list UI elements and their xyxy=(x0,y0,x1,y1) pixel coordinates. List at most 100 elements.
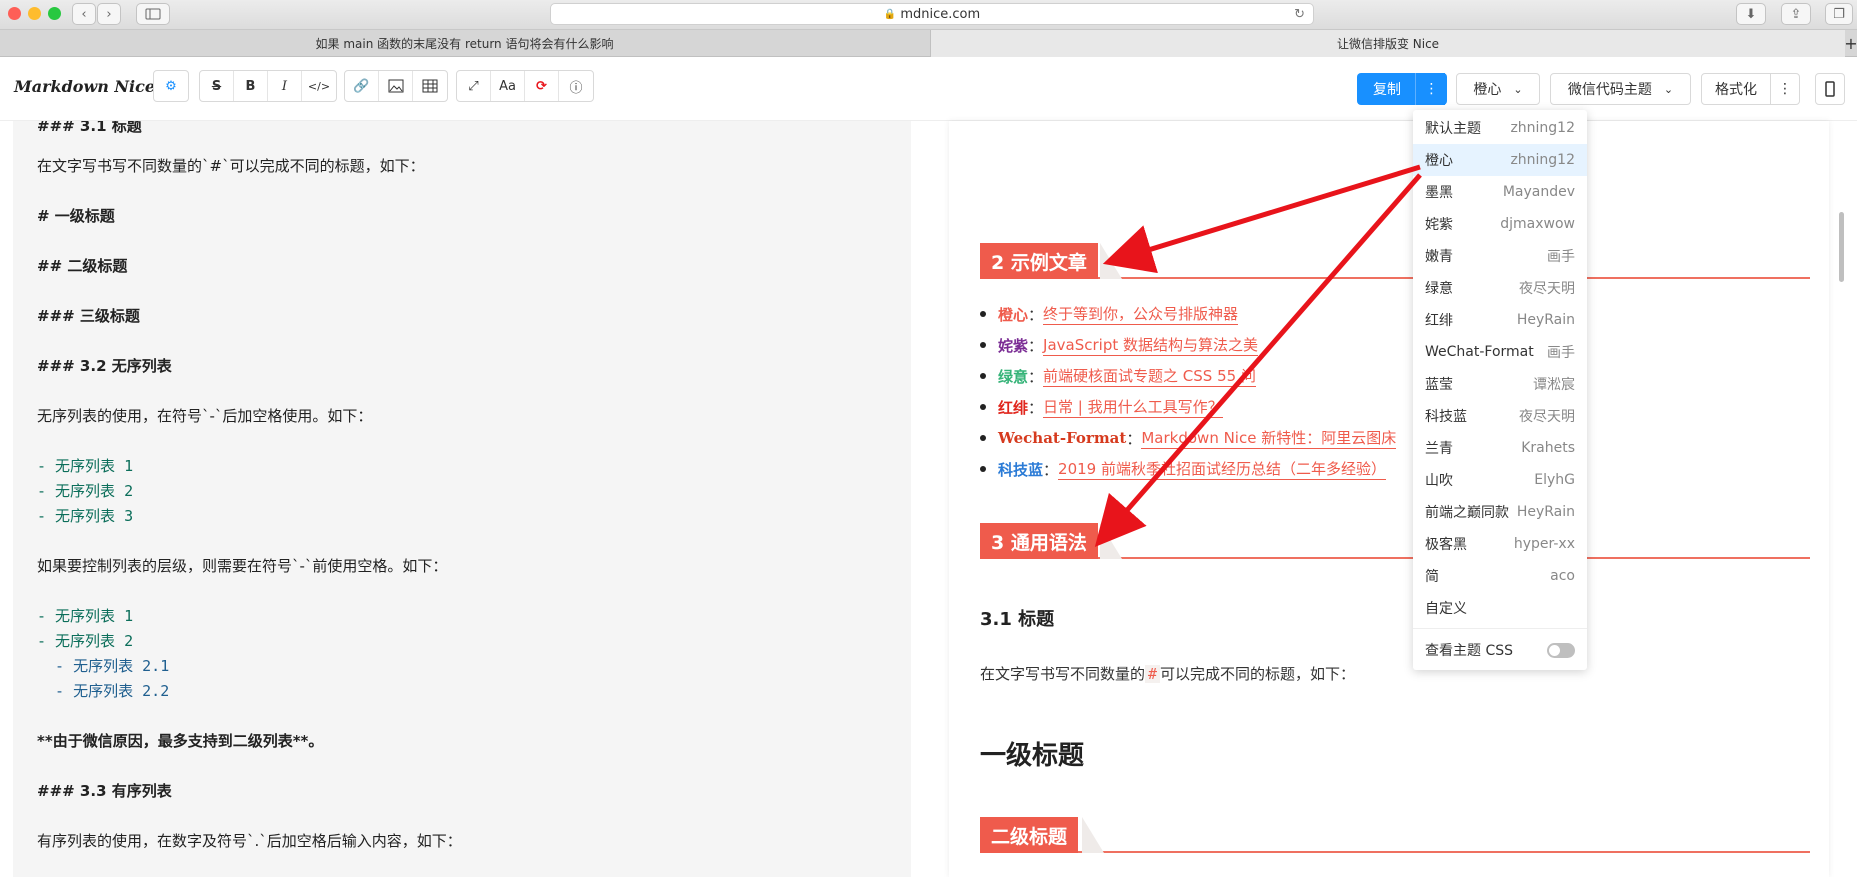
font-icon: Aa xyxy=(499,78,516,94)
format-options-button[interactable]: ⋮ xyxy=(1770,73,1800,105)
link-button[interactable]: 🔗 xyxy=(345,71,379,101)
editor-line: - 无序列表 1 xyxy=(37,607,134,625)
italic-button[interactable]: I xyxy=(268,71,302,101)
editor-line: - 无序列表 2 xyxy=(37,632,134,650)
editor-line: ### 3.3 有序列表 xyxy=(37,782,172,800)
more-vertical-icon: ⋮ xyxy=(1424,81,1439,97)
editor-line: - 无序列表 2.1 xyxy=(37,657,170,675)
theme-option[interactable]: 兰青 Krahets xyxy=(1413,432,1587,464)
menu-divider xyxy=(1413,628,1587,629)
list-item: Wechat-Format ： Markdown Nice 新特性：阿里云图床 xyxy=(980,427,1397,449)
theme-option[interactable]: 简 aco xyxy=(1413,560,1587,592)
copy-options-button[interactable]: ⋮ xyxy=(1415,73,1447,105)
theme-select[interactable]: 橙心 ⌄ xyxy=(1456,73,1540,105)
sidebar-toggle-button[interactable] xyxy=(136,3,170,25)
about-button[interactable]: ⓘ xyxy=(559,71,593,101)
markdown-editor[interactable]: ### 3.1 标题 在文字写书写不同数量的`#`可以完成不同的标题，如下： #… xyxy=(13,121,911,877)
list-item: 红绯 ： 日常 | 我用什么工具写作？ xyxy=(980,396,1223,418)
fullscreen-button[interactable]: ⤢ xyxy=(457,71,491,101)
article-link[interactable]: 终于等到你，公众号排版神器 xyxy=(1043,303,1239,325)
chevron-left-icon: ‹ xyxy=(81,6,87,22)
theme-option[interactable]: 山吹 ElyhG xyxy=(1413,464,1587,496)
list-item: 姹紫 ： JavaScript 数据结构与算法之美 xyxy=(980,334,1258,356)
address-bar[interactable]: 🔒 mdnice.com ↻ xyxy=(550,3,1314,25)
chevron-right-icon: › xyxy=(106,6,112,22)
share-button[interactable]: ⇪ xyxy=(1781,3,1811,25)
maximize-window-button[interactable] xyxy=(48,7,61,20)
theme-option[interactable]: WeChat-Format 画手 xyxy=(1413,336,1587,368)
tabs-overview-button[interactable]: ❐ xyxy=(1825,3,1853,25)
font-button[interactable]: Aa xyxy=(491,71,525,101)
theme-option-custom[interactable]: 自定义 xyxy=(1413,592,1587,624)
back-button[interactable]: ‹ xyxy=(72,3,96,25)
theme-option[interactable]: 绿意 夜尽天明 xyxy=(1413,272,1587,304)
theme-option[interactable]: 默认主题 zhning12 xyxy=(1413,112,1587,144)
theme-option-selected[interactable]: 橙心 zhning12 xyxy=(1413,144,1587,176)
fullscreen-icon: ⤢ xyxy=(468,78,479,94)
mobile-preview-button[interactable] xyxy=(1815,73,1845,105)
download-icon: ⬇ xyxy=(1745,6,1757,22)
settings-group: ⚙ xyxy=(153,70,189,102)
code-button[interactable]: </> xyxy=(302,71,336,101)
code-theme-select[interactable]: 微信代码主题 ⌄ xyxy=(1550,73,1691,105)
editor-line: - 无序列表 2 xyxy=(37,482,134,500)
editor-line: - 无序列表 3 xyxy=(37,507,134,525)
theme-option[interactable]: 前端之巅同款 HeyRain xyxy=(1413,496,1587,528)
h2-decoration xyxy=(1100,523,1122,559)
editor-line: **由于微信原因，最多支持到二级列表**。 xyxy=(37,732,324,750)
phone-icon xyxy=(1825,81,1835,97)
view-css-toggle[interactable] xyxy=(1547,642,1575,658)
code-icon: </> xyxy=(307,79,331,93)
image-button[interactable] xyxy=(379,71,413,101)
tab-main-function[interactable]: 如果 main 函数的末尾没有 return 语句将会有什么影响 xyxy=(0,30,929,57)
view-theme-css-row: 查看主题 CSS xyxy=(1413,634,1587,666)
settings-button[interactable]: ⚙ xyxy=(154,71,188,101)
theme-option[interactable]: 墨黑 Mayandev xyxy=(1413,176,1587,208)
editor-line: 如果要控制列表的层级，则需要在符号`-`前使用空格。如下： xyxy=(37,557,448,575)
sync-scroll-button[interactable]: ⟳ xyxy=(525,71,559,101)
editor-line: 有序列表的使用，在数字及符号`.`后加空格后输入内容，如下： xyxy=(37,832,462,850)
tabs-icon: ❐ xyxy=(1833,6,1845,22)
article-link[interactable]: 2019 前端秋季社招面试经历总结（二年多经验） xyxy=(1058,458,1386,480)
app-logo: Markdown Nice xyxy=(14,77,156,96)
preview-h2-level: 二级标题 xyxy=(980,817,1810,853)
bold-button[interactable]: B xyxy=(234,71,268,101)
lock-icon: 🔒 xyxy=(883,8,897,20)
bold-icon: B xyxy=(245,78,256,94)
url-text: mdnice.com xyxy=(900,6,981,22)
article-link[interactable]: 前端硬核面试专题之 CSS 55 问 xyxy=(1043,365,1256,387)
theme-option[interactable]: 极客黑 hyper-xx xyxy=(1413,528,1587,560)
strikethrough-button[interactable]: S xyxy=(200,71,234,101)
table-icon xyxy=(422,79,438,93)
format-button[interactable]: 格式化 xyxy=(1701,73,1771,105)
editor-line: ## 二级标题 xyxy=(37,257,128,275)
article-link[interactable]: Markdown Nice 新特性：阿里云图床 xyxy=(1141,427,1397,449)
theme-option[interactable]: 嫩青 画手 xyxy=(1413,240,1587,272)
preview-paragraph: 在文字写书写不同数量的 # 可以完成不同的标题，如下： xyxy=(980,665,1356,683)
table-button[interactable] xyxy=(413,71,447,101)
downloads-button[interactable]: ⬇ xyxy=(1736,3,1766,25)
article-link[interactable]: 日常 | 我用什么工具写作？ xyxy=(1043,396,1223,418)
editor-line: - 无序列表 1 xyxy=(37,457,134,475)
link-icon: 🔗 xyxy=(353,78,370,94)
theme-option[interactable]: 姹紫 djmaxwow xyxy=(1413,208,1587,240)
editor-line: # 一级标题 xyxy=(37,207,115,225)
forward-button[interactable]: › xyxy=(97,3,121,25)
tab-mdnice[interactable]: 让微信排版变 Nice xyxy=(930,30,1845,57)
minimize-window-button[interactable] xyxy=(28,7,41,20)
close-window-button[interactable] xyxy=(8,7,21,20)
preview-h2-examples: 2 示例文章 xyxy=(980,243,1810,279)
theme-option[interactable]: 蓝莹 谭淞宸 xyxy=(1413,368,1587,400)
h2-decoration xyxy=(1100,243,1122,279)
theme-option[interactable]: 红绯 HeyRain xyxy=(1413,304,1587,336)
article-link[interactable]: JavaScript 数据结构与算法之美 xyxy=(1043,334,1258,356)
theme-option[interactable]: 科技蓝 夜尽天明 xyxy=(1413,400,1587,432)
strikethrough-icon: S xyxy=(211,78,222,94)
list-item: 科技蓝 ： 2019 前端秋季社招面试经历总结（二年多经验） xyxy=(980,458,1386,480)
sidebar-icon xyxy=(145,8,161,20)
new-tab-button[interactable]: + xyxy=(1844,30,1857,57)
editor-line: ### 3.2 无序列表 xyxy=(37,357,172,375)
h2-title: 2 示例文章 xyxy=(980,243,1098,279)
preview-scrollbar[interactable] xyxy=(1839,212,1844,282)
reload-icon[interactable]: ↻ xyxy=(1294,7,1305,22)
